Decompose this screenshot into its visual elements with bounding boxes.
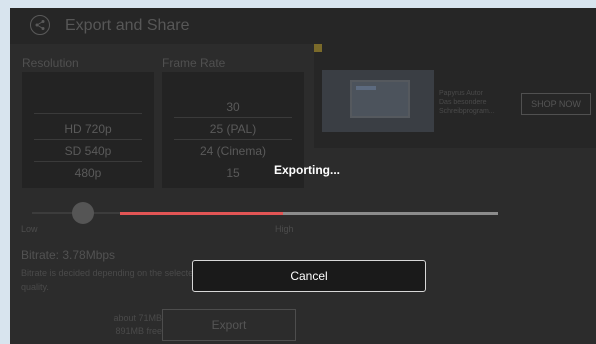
bitrate-value: Bitrate: 3.78Mbps bbox=[21, 248, 116, 262]
exporting-title: Exporting... bbox=[274, 163, 340, 177]
export-progress-fill bbox=[120, 212, 283, 215]
quality-slider-thumb[interactable] bbox=[72, 202, 94, 224]
resolution-label: Resolution bbox=[22, 56, 79, 70]
resolution-option[interactable]: HD 720p bbox=[22, 122, 154, 136]
divider bbox=[34, 113, 142, 114]
ad-title: Papyrus Autor bbox=[439, 90, 483, 97]
shop-now-button[interactable]: SHOP NOW bbox=[521, 93, 591, 115]
ad-subtitle-2: Schreibprogram... bbox=[439, 108, 495, 115]
file-size-info: about 71MB 891MB free bbox=[110, 312, 162, 338]
export-progress-bar bbox=[120, 212, 498, 215]
divider bbox=[174, 139, 292, 140]
frame-rate-label: Frame Rate bbox=[162, 56, 226, 70]
page-title: Export and Share bbox=[65, 17, 190, 34]
frame-rate-option[interactable]: 30 bbox=[162, 100, 304, 114]
quality-high-label: High bbox=[275, 224, 294, 234]
export-button[interactable]: Export bbox=[162, 309, 296, 341]
screen-decoration bbox=[356, 86, 376, 90]
frame-rate-option[interactable]: 25 (PAL) bbox=[162, 122, 304, 136]
ad-banner[interactable]: Papyrus Autor Das besondere Schreibprogr… bbox=[314, 44, 596, 148]
ad-badge-icon bbox=[314, 44, 322, 52]
ad-subtitle: Das besondere bbox=[439, 99, 487, 106]
resolution-option[interactable]: SD 540p bbox=[22, 144, 154, 158]
divider bbox=[34, 139, 142, 140]
divider bbox=[34, 161, 142, 162]
resolution-option[interactable]: 480p bbox=[22, 166, 154, 180]
share-icon[interactable] bbox=[30, 15, 50, 35]
ad-image[interactable] bbox=[322, 70, 434, 132]
resolution-picker[interactable]: HD 720p SD 540p 480p bbox=[22, 72, 154, 188]
divider bbox=[174, 117, 292, 118]
export-screen: Export and Share Resolution Frame Rate H… bbox=[10, 8, 596, 344]
title-bar: Export and Share bbox=[10, 8, 596, 44]
cancel-button[interactable]: Cancel bbox=[192, 260, 426, 292]
frame-rate-option[interactable]: 24 (Cinema) bbox=[162, 144, 304, 158]
estimated-size: about 71MB bbox=[113, 313, 162, 323]
quality-low-label: Low bbox=[21, 224, 38, 234]
free-space: 891MB free bbox=[115, 326, 162, 336]
